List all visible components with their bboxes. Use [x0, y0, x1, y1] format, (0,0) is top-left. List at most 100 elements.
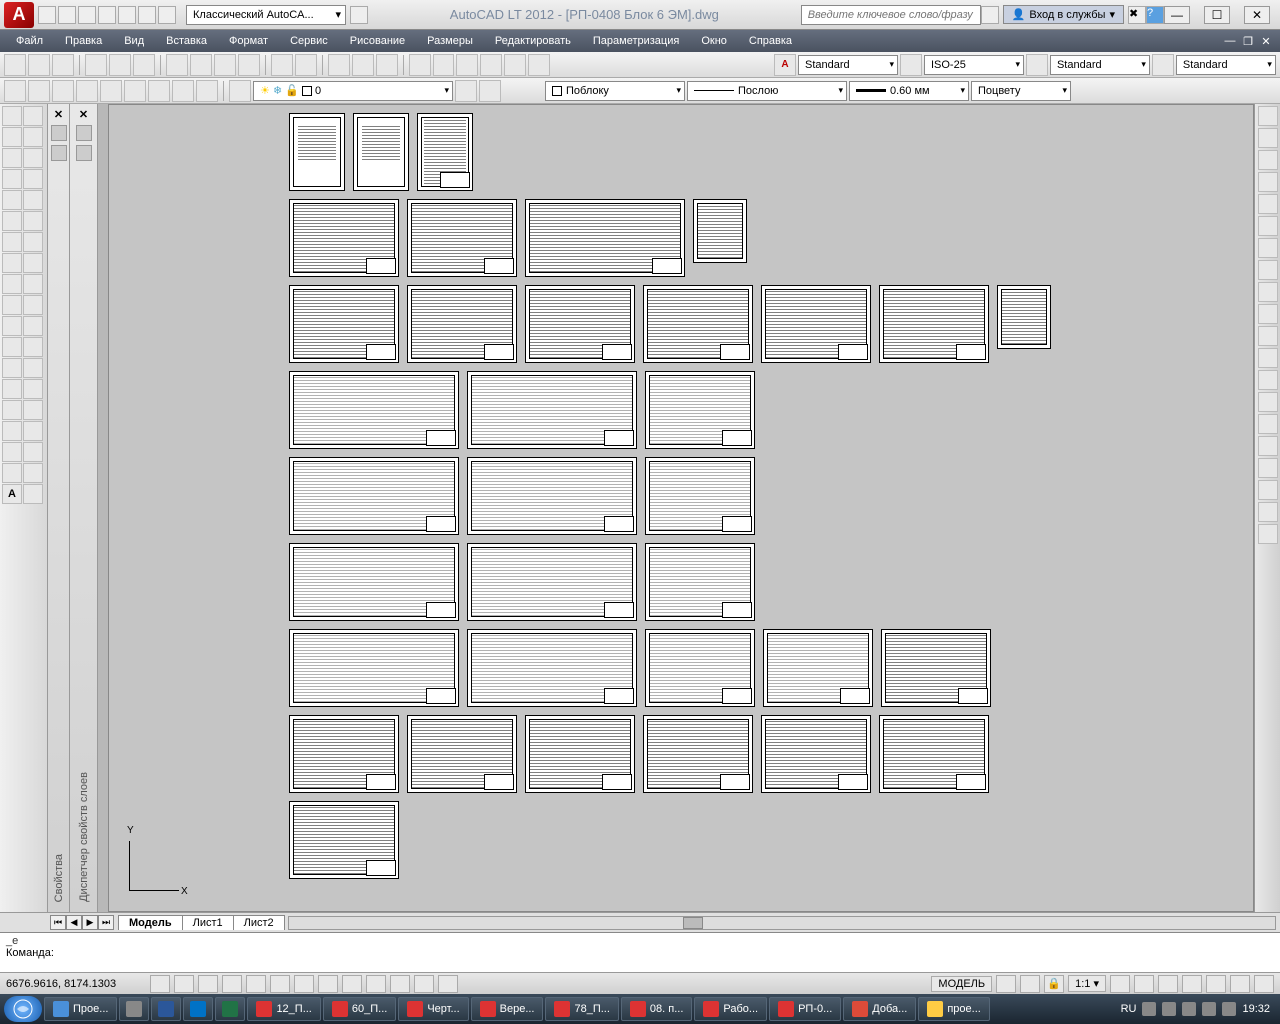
ellipse-icon[interactable]: [23, 190, 43, 210]
sheet-thumb[interactable]: [289, 199, 399, 277]
tb-copy-icon[interactable]: [190, 54, 212, 76]
sheet-thumb[interactable]: [289, 801, 399, 879]
sheet-thumb[interactable]: [407, 285, 517, 363]
trim-icon[interactable]: [23, 400, 43, 420]
task-item[interactable]: [151, 997, 181, 1021]
layer-manager-palette[interactable]: ✕ Диспетчер свойств слоев: [70, 104, 98, 912]
revcloud-icon[interactable]: [23, 169, 43, 189]
help-icon[interactable]: ?: [1146, 6, 1164, 24]
qat-redo-icon[interactable]: [158, 6, 176, 24]
polar-toggle[interactable]: [222, 975, 242, 993]
sheet-thumb[interactable]: [645, 457, 755, 535]
move-icon[interactable]: [23, 358, 43, 378]
textstyle-dropdown[interactable]: Standard: [798, 55, 898, 75]
sheet-thumb[interactable]: [289, 113, 345, 191]
mleaderstyle-dropdown[interactable]: Standard: [1176, 55, 1276, 75]
make-block-icon[interactable]: [2, 232, 22, 252]
erase-icon[interactable]: [2, 316, 22, 336]
point-icon[interactable]: [23, 232, 43, 252]
sheet-thumb[interactable]: [693, 199, 747, 263]
join-icon[interactable]: [2, 442, 22, 462]
3dosnap-toggle[interactable]: [270, 975, 290, 993]
qat-print-icon[interactable]: [118, 6, 136, 24]
sheet-thumb[interactable]: [289, 285, 399, 363]
tb-redo-icon[interactable]: [295, 54, 317, 76]
task-item[interactable]: 78_П...: [545, 997, 618, 1021]
zoom-scale-icon[interactable]: [52, 80, 74, 102]
zoom-in-icon[interactable]: [124, 80, 146, 102]
zoom-dynamic-icon[interactable]: [28, 80, 50, 102]
tb-publish-icon[interactable]: [133, 54, 155, 76]
sheet-thumb[interactable]: [645, 371, 755, 449]
clock[interactable]: 19:32: [1242, 1003, 1270, 1015]
annoscale-lock-icon[interactable]: 🔒: [1044, 975, 1064, 993]
doc-minimize-button[interactable]: —: [1222, 35, 1238, 48]
explode-icon[interactable]: [23, 463, 43, 483]
dim-aligned-icon[interactable]: [1258, 128, 1278, 148]
sheet-thumb[interactable]: [289, 715, 399, 793]
sheet-thumb[interactable]: [645, 629, 755, 707]
tab-layout2[interactable]: Лист2: [233, 915, 285, 930]
dimupdate-icon[interactable]: [1258, 524, 1278, 544]
toolbar-lock-icon[interactable]: [1182, 975, 1202, 993]
task-item[interactable]: 60_П...: [323, 997, 396, 1021]
isolate-objects-icon[interactable]: [1230, 975, 1250, 993]
array-icon[interactable]: [2, 358, 22, 378]
dim-baseline-icon[interactable]: [1258, 304, 1278, 324]
arc-icon[interactable]: [23, 148, 43, 168]
sheet-thumb[interactable]: [467, 371, 637, 449]
tb-print-icon[interactable]: [85, 54, 107, 76]
tab-nav-prev[interactable]: ◀: [66, 915, 82, 930]
task-item[interactable]: Черт...: [398, 997, 468, 1021]
tb-pan-icon[interactable]: [328, 54, 350, 76]
copy-modify-icon[interactable]: [23, 316, 43, 336]
dimtedit-icon[interactable]: [1258, 502, 1278, 522]
tb-new-icon[interactable]: [4, 54, 26, 76]
mtext-icon[interactable]: [2, 295, 22, 315]
qat-save-icon[interactable]: [78, 6, 96, 24]
close-button[interactable]: ✕: [1244, 6, 1270, 24]
tb-zoom-icon[interactable]: [352, 54, 374, 76]
signin-button[interactable]: 👤 Вход в службы ▾: [1003, 5, 1124, 24]
quickview-drawings-icon[interactable]: [1020, 975, 1040, 993]
sheet-thumb[interactable]: [761, 285, 871, 363]
zoom-center-icon[interactable]: [76, 80, 98, 102]
dim-space-icon[interactable]: [1258, 348, 1278, 368]
dim-continue-icon[interactable]: [1258, 326, 1278, 346]
dim-jogged-icon[interactable]: [1258, 216, 1278, 236]
dim-break-icon[interactable]: [1258, 370, 1278, 390]
layer-states-icon[interactable]: [479, 80, 501, 102]
ellipse-arc-icon[interactable]: [2, 211, 22, 231]
sheet-thumb[interactable]: [761, 715, 871, 793]
qat-new-icon[interactable]: [38, 6, 56, 24]
hatch-icon[interactable]: [2, 253, 22, 273]
sheet-thumb[interactable]: [407, 199, 517, 277]
sheet-thumb[interactable]: [645, 543, 755, 621]
exchange-icon[interactable]: ✖: [1128, 6, 1146, 24]
zoom-window-icon[interactable]: [4, 80, 26, 102]
circle-icon[interactable]: [2, 169, 22, 189]
properties-menu-icon[interactable]: [51, 145, 67, 161]
task-item[interactable]: [119, 997, 149, 1021]
menu-window[interactable]: Окно: [691, 33, 737, 49]
tb-sheetset-icon[interactable]: [480, 54, 502, 76]
construction-line-icon[interactable]: [23, 106, 43, 126]
menu-help[interactable]: Справка: [739, 33, 802, 49]
layermgr-close-icon[interactable]: ✕: [79, 108, 88, 121]
centermark-icon[interactable]: [1258, 414, 1278, 434]
qat-open-icon[interactable]: [58, 6, 76, 24]
offset-icon[interactable]: [23, 337, 43, 357]
sheet-thumb[interactable]: [643, 715, 753, 793]
layer-manager-icon[interactable]: [229, 80, 251, 102]
plotstyle-dropdown[interactable]: Поцвету: [971, 81, 1071, 101]
addselected-icon[interactable]: [23, 295, 43, 315]
dim-radius-icon[interactable]: [1258, 194, 1278, 214]
tb-zoomprev-icon[interactable]: [376, 54, 398, 76]
horizontal-scrollbar[interactable]: [288, 916, 1276, 930]
workspace-dropdown[interactable]: Классический AutoCA...: [186, 5, 346, 25]
tb-paste-icon[interactable]: [214, 54, 236, 76]
sheet-thumb[interactable]: [997, 285, 1051, 349]
dim-ordinate-icon[interactable]: [1258, 172, 1278, 192]
tb-markup-icon[interactable]: [504, 54, 526, 76]
properties-palette[interactable]: ✕ Свойства: [48, 104, 70, 912]
